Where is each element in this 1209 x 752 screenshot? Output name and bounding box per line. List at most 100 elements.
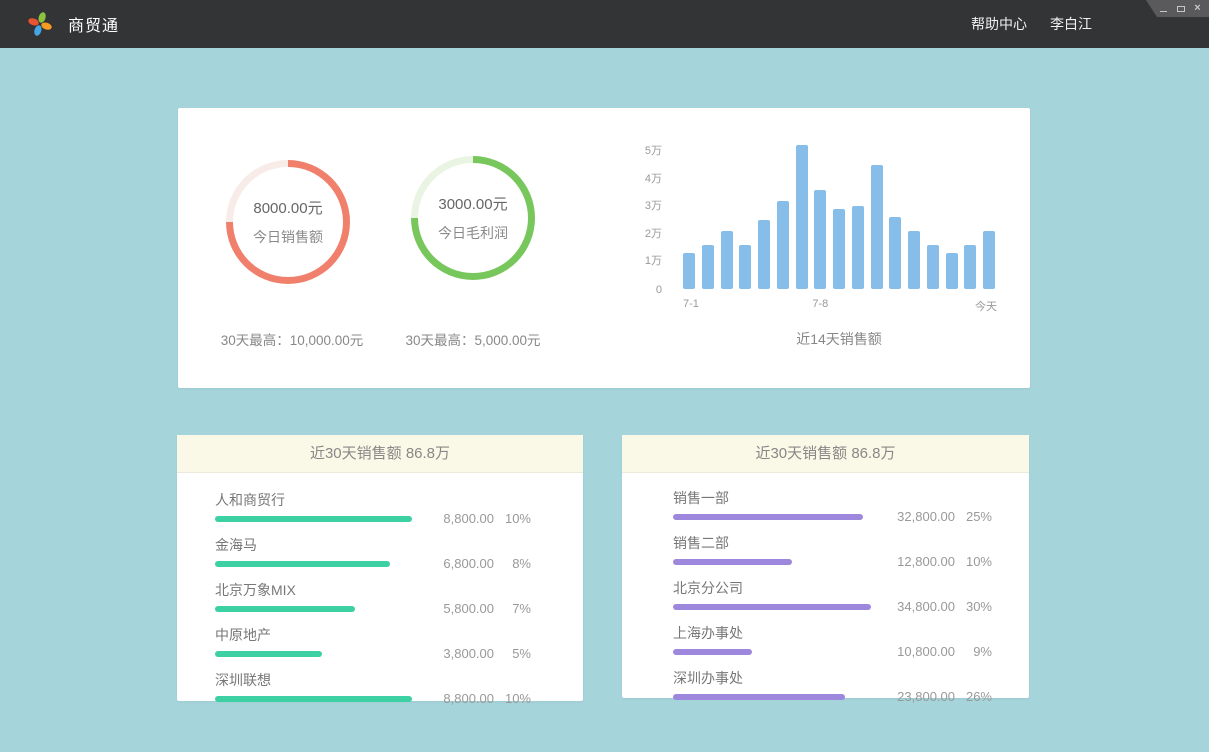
today-profit-donut: 3000.00元 今日毛利润: [411, 156, 535, 280]
rank-item-value: 6,800.00 8%: [424, 556, 531, 571]
rank-item-name: 销售二部: [673, 533, 792, 553]
rank-row: 销售一部32,800.0025%: [673, 488, 992, 520]
x-tick-start: 7-1: [683, 298, 699, 310]
rank-row: 金海马6,800.008%: [215, 535, 531, 567]
chart-title: 近14天销售额: [683, 329, 995, 349]
rank-item-amount: 32,800.00: [885, 509, 955, 524]
today-profit-label: 今日毛利润: [438, 223, 508, 243]
customer-rank-header: 近30天销售额 86.8万: [177, 435, 583, 473]
rank-item-name: 深圳联想: [215, 670, 412, 690]
last-14-days-chart: 01万2万3万4万5万 7-1 7-8 今天: [683, 144, 995, 289]
rank-item-value: 10,800.009%: [885, 644, 992, 659]
rank-item-bar: [673, 604, 871, 610]
customer-rank-title: 近30天销售额 86.8万: [310, 445, 450, 462]
rank-row: 中原地产3,800.005%: [215, 625, 531, 657]
rank-item-bar: [215, 561, 390, 567]
rank-row-main: 销售一部: [673, 488, 863, 520]
title-bar: 商贸通 帮助中心 李白江 ×: [0, 0, 1209, 48]
rank-item-name: 深圳办事处: [673, 668, 845, 688]
rank-item-amount: 3,800.00: [424, 646, 494, 661]
department-rank-list: 销售一部32,800.0025%销售二部12,800.0010%北京分公司34,…: [622, 473, 1029, 700]
topbar-links: 帮助中心 李白江: [971, 0, 1092, 48]
rank-item-bar: [215, 651, 322, 657]
rank-item-name: 北京万象MIX: [215, 580, 355, 600]
rank-item-amount: 5,800.00: [424, 601, 494, 616]
y-tick-label: 2万: [626, 225, 662, 241]
rank-item-amount: 23,800.00: [885, 689, 955, 704]
rank-row-main: 北京分公司: [673, 578, 871, 610]
rank-item-pct: 10%: [503, 511, 531, 526]
y-axis: 01万2万3万4万5万: [626, 144, 662, 289]
rank-item-name: 上海办事处: [673, 623, 752, 643]
rank-item-amount: 8,800.00: [424, 691, 494, 706]
rank-item-name: 金海马: [215, 535, 390, 555]
rank-item-bar: [215, 696, 412, 702]
customer-rank-card: 近30天销售额 86.8万 人和商贸行8,800.0010%金海马6,800.0…: [177, 435, 583, 701]
minimize-button[interactable]: [1159, 3, 1168, 14]
rank-row-main: 中原地产: [215, 625, 322, 657]
today-profit-value: 3000.00元: [438, 193, 507, 214]
chart-bar: [889, 217, 901, 289]
rank-item-pct: 10%: [503, 691, 531, 706]
close-button[interactable]: ×: [1193, 3, 1202, 14]
rank-row: 北京万象MIX5,800.007%: [215, 580, 531, 612]
maximize-button[interactable]: [1176, 3, 1185, 14]
dashboard: 8000.00元 今日销售额 3000.00元 今日毛利润 30天最高：10,0…: [0, 48, 1209, 752]
department-rank-title: 近30天销售额 86.8万: [755, 445, 895, 462]
help-center-link[interactable]: 帮助中心: [971, 14, 1027, 34]
close-icon: ×: [1194, 3, 1200, 14]
y-tick-label: 5万: [626, 142, 662, 158]
rank-row-main: 金海马: [215, 535, 390, 567]
user-menu[interactable]: 李白江: [1050, 14, 1092, 34]
rank-item-pct: 8%: [503, 556, 531, 571]
rank-item-name: 北京分公司: [673, 578, 871, 598]
rank-item-bar: [673, 514, 863, 520]
chart-bar: [871, 165, 883, 289]
overview-card: 8000.00元 今日销售额 3000.00元 今日毛利润 30天最高：10,0…: [178, 108, 1030, 388]
rank-row-main: 深圳联想: [215, 670, 412, 702]
customer-rank-list: 人和商贸行8,800.0010%金海马6,800.008%北京万象MIX5,80…: [177, 473, 583, 702]
chart-bar: [964, 245, 976, 289]
rank-item-amount: 10,800.00: [885, 644, 955, 659]
chart-bar: [814, 190, 826, 289]
rank-row: 深圳联想8,800.0010%: [215, 670, 531, 702]
chart-bar: [683, 253, 695, 289]
rank-item-bar: [215, 606, 355, 612]
today-sales-donut: 8000.00元 今日销售额: [226, 160, 350, 284]
window-controls: ×: [1146, 0, 1209, 17]
app-title: 商贸通: [68, 12, 119, 36]
x-tick-middle: 7-8: [812, 298, 828, 310]
chart-bar: [927, 245, 939, 289]
chart-bars: [683, 144, 995, 289]
donut-center: 3000.00元 今日毛利润: [418, 163, 528, 273]
rank-item-pct: 25%: [964, 509, 992, 524]
rank-item-pct: 5%: [503, 646, 531, 661]
rank-row: 销售二部12,800.0010%: [673, 533, 992, 565]
rank-row-main: 人和商贸行: [215, 490, 412, 522]
chart-bar: [758, 220, 770, 289]
donut-center: 8000.00元 今日销售额: [233, 167, 343, 277]
chart-bar: [777, 201, 789, 289]
rank-item-amount: 34,800.00: [885, 599, 955, 614]
x-tick-end: 今天: [975, 298, 997, 314]
rank-item-pct: 30%: [964, 599, 992, 614]
rank-row: 人和商贸行8,800.0010%: [215, 490, 531, 522]
chart-bar: [739, 245, 751, 289]
rank-item-bar: [673, 649, 752, 655]
maximize-icon: [1177, 6, 1185, 12]
minimize-icon: [1160, 11, 1167, 12]
rank-item-amount: 8,800.00: [424, 511, 494, 526]
chart-bar: [908, 231, 920, 289]
rank-item-amount: 6,800.00: [424, 556, 494, 571]
chart-bar: [833, 209, 845, 289]
chart-bar: [796, 145, 808, 289]
rank-row-main: 深圳办事处: [673, 668, 845, 700]
rank-row-main: 北京万象MIX: [215, 580, 355, 612]
rank-item-amount: 12,800.00: [885, 554, 955, 569]
department-rank-header: 近30天销售额 86.8万: [622, 435, 1029, 473]
today-sales-value: 8000.00元: [253, 197, 322, 218]
rank-item-pct: 26%: [964, 689, 992, 704]
rank-item-name: 中原地产: [215, 625, 322, 645]
chart-bar: [946, 253, 958, 289]
app-window: 商贸通 帮助中心 李白江 × 8000.00元 今日销售额 3000.00元 今…: [0, 0, 1209, 752]
